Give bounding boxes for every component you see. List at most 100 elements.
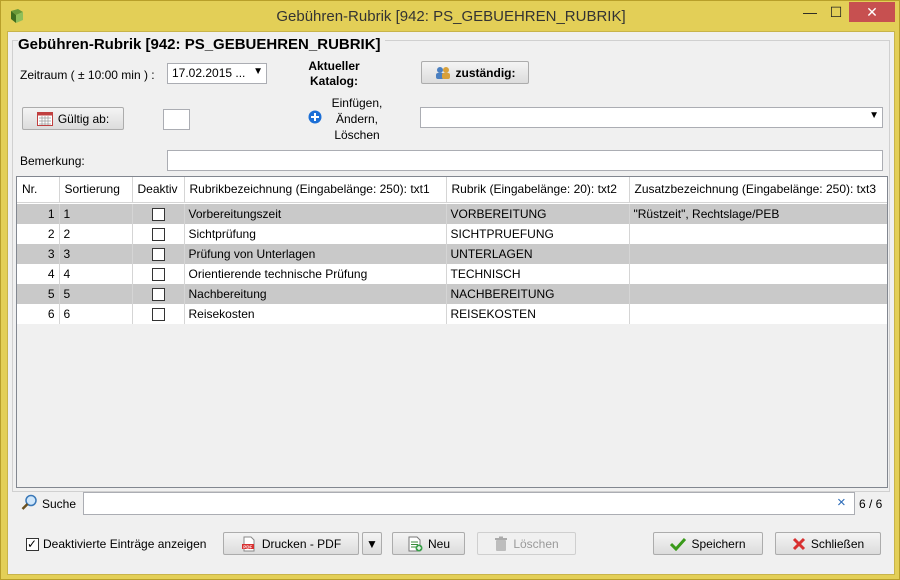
search-label: Suche [42, 497, 77, 511]
print-pdf-button[interactable]: PDF Drucken - PDF [223, 532, 359, 555]
bemerkung-label: Bemerkung: [20, 154, 85, 168]
cell-txt3[interactable] [629, 304, 887, 324]
save-button[interactable]: Speichern [653, 532, 763, 555]
new-label: Neu [427, 536, 450, 551]
minimize-button[interactable]: — [797, 2, 823, 22]
table-row[interactable]: 1 1 Vorbereitungszeit VORBEREITUNG "Rüst… [17, 204, 887, 224]
result-count: 6 / 6 [859, 497, 883, 511]
column-header-txt3[interactable]: Zusatzbezeichnung (Eingabelänge: 250): t… [629, 177, 887, 203]
zeitraum-label: Zeitraum ( ± 10:00 min ) : [20, 68, 155, 82]
cell-nr: 3 [17, 244, 60, 264]
close-window-button[interactable]: ✕ [849, 2, 895, 22]
deaktiv-checkbox[interactable] [151, 248, 165, 262]
cell-nr: 5 [17, 284, 60, 304]
cell-nr: 2 [17, 224, 60, 244]
close-button[interactable]: Schließen [775, 532, 881, 555]
table-row[interactable]: 2 2 Sichtprüfung SICHTPRUEFUNG [17, 224, 887, 244]
cell-deaktiv [132, 224, 185, 244]
add-icon[interactable] [308, 110, 322, 124]
deaktiv-checkbox[interactable] [151, 308, 165, 322]
cell-sortierung[interactable]: 5 [59, 284, 133, 304]
delete-label: Löschen [513, 536, 559, 551]
table-row[interactable]: 6 6 Reisekosten REISEKOSTEN [17, 304, 887, 324]
cell-nr: 1 [17, 204, 60, 224]
gueltig-ab-label: Gültig ab: [57, 111, 110, 126]
cell-txt3[interactable] [629, 244, 887, 264]
gueltig-ab-field[interactable] [163, 109, 190, 130]
save-label: Speichern [691, 536, 746, 551]
caret-down-icon: ▼ [366, 536, 378, 551]
show-deactivated-label: Deaktivierte Einträge anzeigen [43, 537, 207, 551]
cell-txt2[interactable]: SICHTPRUEFUNG [446, 224, 630, 244]
cell-txt2[interactable]: TECHNISCH [446, 264, 630, 284]
insert-select[interactable]: ▼ [420, 107, 883, 128]
zustaendig-label: zuständig: [455, 65, 516, 80]
deaktiv-checkbox[interactable] [151, 208, 165, 222]
column-header-txt2[interactable]: Rubrik (Eingabelänge: 20): txt2 [446, 177, 630, 203]
cell-txt3[interactable] [629, 224, 887, 244]
window-title: Gebühren-Rubrik [942: PS_GEBUEHREN_RUBRI… [276, 8, 626, 25]
deaktiv-checkbox[interactable] [151, 288, 165, 302]
cell-nr: 6 [17, 304, 60, 324]
print-pdf-label: Drucken - PDF [261, 536, 342, 551]
cell-sortierung[interactable]: 1 [59, 204, 133, 224]
cell-txt1[interactable]: Vorbereitungszeit [184, 204, 447, 224]
title-bar[interactable]: Gebühren-Rubrik [942: PS_GEBUEHREN_RUBRI… [1, 1, 900, 31]
zeitraum-value: 17.02.2015 ... [172, 66, 246, 80]
new-button[interactable]: Neu [392, 532, 465, 555]
chevron-down-icon: ▼ [253, 66, 263, 77]
cell-txt1[interactable]: Reisekosten [184, 304, 447, 324]
cell-txt1[interactable]: Nachbereitung [184, 284, 447, 304]
cell-txt3[interactable] [629, 284, 887, 304]
chevron-down-icon: ▼ [869, 110, 879, 121]
cell-nr: 4 [17, 264, 60, 284]
cell-sortierung[interactable]: 2 [59, 224, 133, 244]
svg-text:PDF: PDF [243, 544, 252, 549]
print-options-button[interactable]: ▼ [362, 532, 382, 555]
table-row[interactable]: 4 4 Orientierende technische Prüfung TEC… [17, 264, 887, 284]
maximize-button[interactable]: ☐ [823, 2, 849, 22]
cell-txt1[interactable]: Orientierende technische Prüfung [184, 264, 447, 284]
cell-deaktiv [132, 304, 185, 324]
gueltig-ab-button[interactable]: Gültig ab: [22, 107, 124, 130]
page-title: Gebühren-Rubrik [942: PS_GEBUEHREN_RUBRI… [18, 36, 385, 53]
table-row[interactable]: 3 3 Prüfung von Unterlagen UNTERLAGEN [17, 244, 887, 264]
show-deactivated-checkbox[interactable]: ✓ [26, 537, 39, 551]
zeitraum-select[interactable]: 17.02.2015 ... ▼ [167, 63, 267, 84]
client-area: Gebühren-Rubrik [942: PS_GEBUEHREN_RUBRI… [7, 31, 895, 575]
clear-search-icon[interactable]: × [837, 494, 846, 511]
bemerkung-field[interactable] [167, 150, 883, 171]
close-label: Schließen [810, 536, 865, 551]
catalog-label: Aktueller Katalog: [308, 59, 360, 88]
cell-txt2[interactable]: REISEKOSTEN [446, 304, 630, 324]
search-input[interactable] [83, 492, 855, 515]
red-x-icon [792, 537, 805, 550]
column-header-sortierung[interactable]: Sortierung [59, 177, 133, 203]
search-icon [21, 494, 37, 510]
table-row[interactable]: 5 5 Nachbereitung NACHBEREITUNG [17, 284, 887, 304]
pdf-icon: PDF [241, 536, 255, 551]
cell-txt3[interactable] [629, 264, 887, 284]
column-header-deaktiv[interactable]: Deaktiv [132, 177, 185, 203]
delete-button[interactable]: Löschen [477, 532, 576, 555]
cell-deaktiv [132, 264, 185, 284]
cell-txt1[interactable]: Sichtprüfung [184, 224, 447, 244]
deaktiv-checkbox[interactable] [151, 228, 165, 242]
cell-txt3[interactable]: "Rüstzeit", Rechtslage/PEB [629, 204, 887, 224]
cell-txt1[interactable]: Prüfung von Unterlagen [184, 244, 447, 264]
deaktiv-checkbox[interactable] [151, 268, 165, 282]
zustaendig-button[interactable]: zuständig: [421, 61, 529, 84]
cell-txt2[interactable]: VORBEREITUNG [446, 204, 630, 224]
trash-icon [495, 536, 508, 551]
checkmark-icon [670, 537, 687, 551]
column-header-txt1[interactable]: Rubrikbezeichnung (Eingabelänge: 250): t… [184, 177, 447, 203]
check-icon: ✓ [27, 537, 38, 551]
cell-sortierung[interactable]: 3 [59, 244, 133, 264]
cell-deaktiv [132, 284, 185, 304]
cell-txt2[interactable]: NACHBEREITUNG [446, 284, 630, 304]
cell-sortierung[interactable]: 6 [59, 304, 133, 324]
cell-sortierung[interactable]: 4 [59, 264, 133, 284]
rubrik-table[interactable]: Nr. Sortierung Deaktiv Rubrikbezeichnung… [16, 176, 888, 488]
column-header-nr[interactable]: Nr. [17, 177, 60, 203]
cell-txt2[interactable]: UNTERLAGEN [446, 244, 630, 264]
